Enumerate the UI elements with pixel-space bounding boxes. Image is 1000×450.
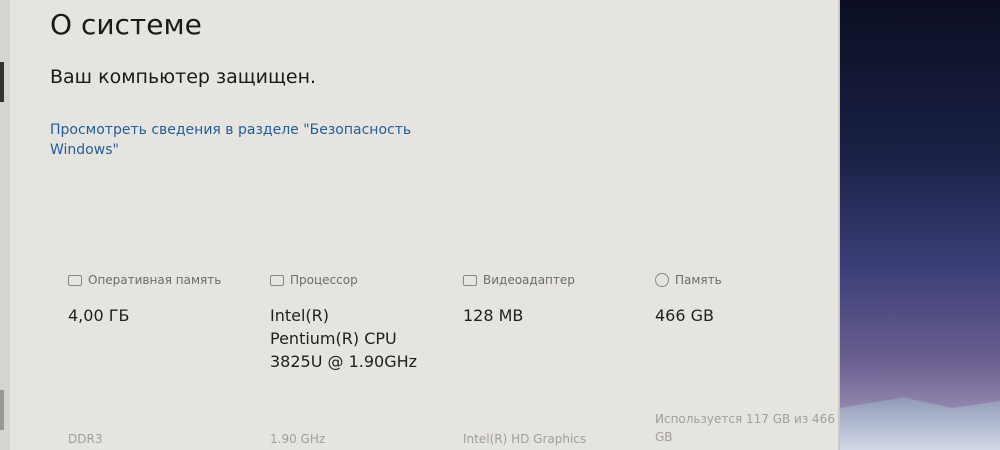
memory-icon <box>68 274 82 286</box>
navigation-edge <box>0 0 10 450</box>
storage-icon <box>655 273 669 287</box>
about-window: О системе Ваш компьютер защищен. Просмот… <box>0 0 840 450</box>
storage-spec: Память 466 GB <box>655 270 835 327</box>
cpu-label: Процессор <box>290 273 358 287</box>
nav-selection-indicator <box>0 62 4 102</box>
video-adapter-icon <box>463 274 477 286</box>
storage-label: Память <box>675 273 722 287</box>
gpu-spec: Видеоадаптер 128 MB <box>463 270 643 327</box>
gpu-label-row: Видеоадаптер <box>463 270 643 290</box>
scrollbar-thumb[interactable] <box>0 390 4 430</box>
ram-spec: Оперативная память 4,00 ГБ <box>68 270 248 327</box>
ram-label: Оперативная память <box>88 273 222 287</box>
gpu-label: Видеоадаптер <box>483 273 575 287</box>
gpu-value: 128 MB <box>463 306 524 325</box>
gpu-name: Intel(R) HD Graphics <box>463 432 587 446</box>
cpu-frequency: 1.90 GHz <box>270 432 326 446</box>
processor-icon <box>270 274 284 286</box>
storage-label-row: Память <box>655 270 835 290</box>
storage-value: 466 GB <box>655 306 714 325</box>
cpu-label-row: Процессор <box>270 270 450 290</box>
security-status-text: Ваш компьютер защищен. <box>50 66 317 88</box>
ram-label-row: Оперативная память <box>68 270 248 290</box>
desktop-wallpaper <box>840 0 1000 450</box>
page-title: О системе <box>50 8 202 41</box>
ram-type: DDR3 <box>68 432 103 446</box>
windows-security-link[interactable]: Просмотреть сведения в разделе "Безопасн… <box>50 120 440 160</box>
cpu-value: Intel(R) Pentium(R) CPU 3825U @ 1.90GHz <box>270 306 418 371</box>
wallpaper-landscape <box>840 397 1000 450</box>
ram-value: 4,00 ГБ <box>68 306 130 325</box>
cpu-spec: Процессор Intel(R) Pentium(R) CPU 3825U … <box>270 270 450 373</box>
storage-usage: Используется 117 GB из 466 GB <box>655 412 835 444</box>
